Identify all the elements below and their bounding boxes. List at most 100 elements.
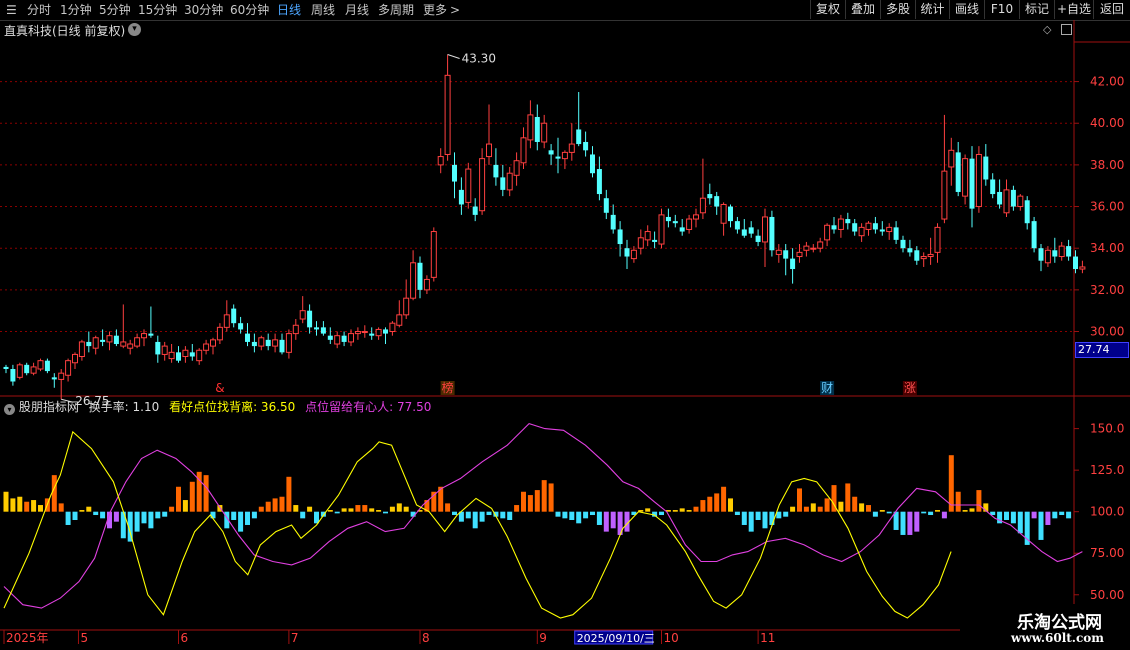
candle-body: [748, 227, 754, 234]
candle-body: [707, 194, 713, 199]
candle-body: [1010, 189, 1016, 207]
turnover-bar: [403, 506, 409, 512]
candle-body: [831, 225, 837, 230]
candle-body: [734, 221, 740, 230]
turnover-bar: [900, 511, 906, 535]
turnover-bar: [279, 496, 285, 512]
turnover-bar: [941, 511, 947, 519]
candle-body: [493, 164, 499, 178]
indicator-settings-icon[interactable]: ▾: [4, 404, 15, 415]
indicator-tick-label: 50.00: [1090, 588, 1124, 602]
candle-body: [603, 198, 609, 213]
candle-body: [72, 353, 78, 364]
turnover-bar: [327, 510, 333, 512]
candle-body: [969, 158, 975, 209]
candle-body: [279, 339, 285, 353]
watermark-url: www.60lt.com: [1011, 631, 1104, 645]
turnover-bar: [534, 490, 540, 512]
turnover-bar: [113, 511, 119, 522]
candle-body: [486, 143, 492, 158]
candle-body: [576, 129, 582, 145]
candle-body: [983, 156, 989, 180]
high-pointer: [447, 54, 460, 59]
turnover-bar: [879, 510, 885, 512]
candle-body: [375, 328, 382, 337]
candle-body: [775, 249, 782, 255]
candle-body: [610, 214, 616, 230]
turnover-bar: [576, 511, 582, 524]
turnover-bar: [562, 511, 568, 519]
turnover-bar: [541, 480, 547, 512]
turnover-bar: [341, 508, 347, 512]
turnover-bar: [555, 511, 561, 517]
turnover-bar: [396, 503, 402, 512]
candle-body: [258, 337, 265, 347]
candle-body: [907, 248, 913, 253]
turnover-bar: [590, 511, 595, 516]
candle-body: [161, 345, 168, 355]
turnover-bar: [1059, 511, 1065, 516]
turnover-bar: [1066, 511, 1072, 519]
turnover-bar: [1052, 511, 1058, 519]
price-tick-label: 34.00: [1090, 241, 1124, 255]
candle-body: [803, 245, 810, 251]
candle-body: [245, 333, 250, 342]
indicator-name[interactable]: 股朋指标网: [19, 400, 79, 414]
candle-body: [299, 310, 306, 320]
event-marker-label: 榜: [442, 380, 454, 395]
turnover-bar: [935, 510, 940, 512]
turnover-bar: [886, 511, 892, 514]
candle-body: [231, 308, 237, 324]
candle-body: [783, 250, 789, 259]
turnover-bar: [293, 505, 299, 512]
turnover-bar: [155, 511, 161, 519]
turnover-bar: [189, 481, 195, 512]
candle-body: [465, 168, 472, 203]
turnover-bar: [65, 511, 71, 525]
kline-chart[interactable]: 42.00 40.00 38.00 36.00 34.00 32.00 30.00 43.3…: [0, 0, 1130, 650]
turnover-bar: [838, 501, 844, 512]
candle-body: [176, 352, 181, 361]
turnover-bar: [783, 511, 789, 517]
candle-body: [265, 339, 271, 347]
turnover-bar: [17, 496, 23, 512]
turnover-bar: [383, 511, 388, 514]
candle-body: [307, 310, 313, 328]
turnover-bar: [596, 511, 602, 525]
turnover-bar: [955, 491, 961, 512]
candle-body: [141, 333, 147, 339]
turnover-bar: [479, 511, 485, 522]
candle-body: [251, 341, 257, 347]
turnover-bar: [445, 503, 451, 512]
candle-body: [665, 216, 671, 222]
turnover-bar: [603, 511, 609, 532]
candle-body: [568, 143, 575, 153]
turnover-bar: [93, 511, 99, 516]
candle-body: [24, 364, 30, 374]
candle-body: [1052, 250, 1058, 257]
turnover-bar: [376, 510, 382, 512]
candle-body: [555, 156, 561, 159]
date-tick-label: 10: [664, 631, 679, 645]
candle-body: [997, 191, 1003, 205]
turnover-bar: [286, 476, 292, 512]
candle-body: [369, 333, 375, 336]
candle-body: [941, 170, 948, 220]
candle-body: [886, 226, 893, 233]
candle-body: [583, 141, 589, 151]
date-tick-label: 5: [80, 631, 88, 645]
turnover-bar: [962, 510, 968, 512]
candle-body: [796, 251, 803, 258]
turnover-bar: [1038, 511, 1044, 540]
turnover-bar: [569, 511, 575, 520]
candle-body: [1079, 266, 1086, 270]
turnover-bar: [507, 511, 513, 520]
candle-body: [541, 122, 548, 143]
turnover-bar: [148, 511, 154, 529]
price-tick-label: 38.00: [1090, 158, 1124, 172]
candle-body: [679, 227, 685, 232]
candle-body: [1003, 189, 1010, 214]
indicator-tick-label: 150.0: [1090, 422, 1124, 436]
turnover-bar: [58, 503, 64, 512]
candle-body: [652, 239, 658, 242]
